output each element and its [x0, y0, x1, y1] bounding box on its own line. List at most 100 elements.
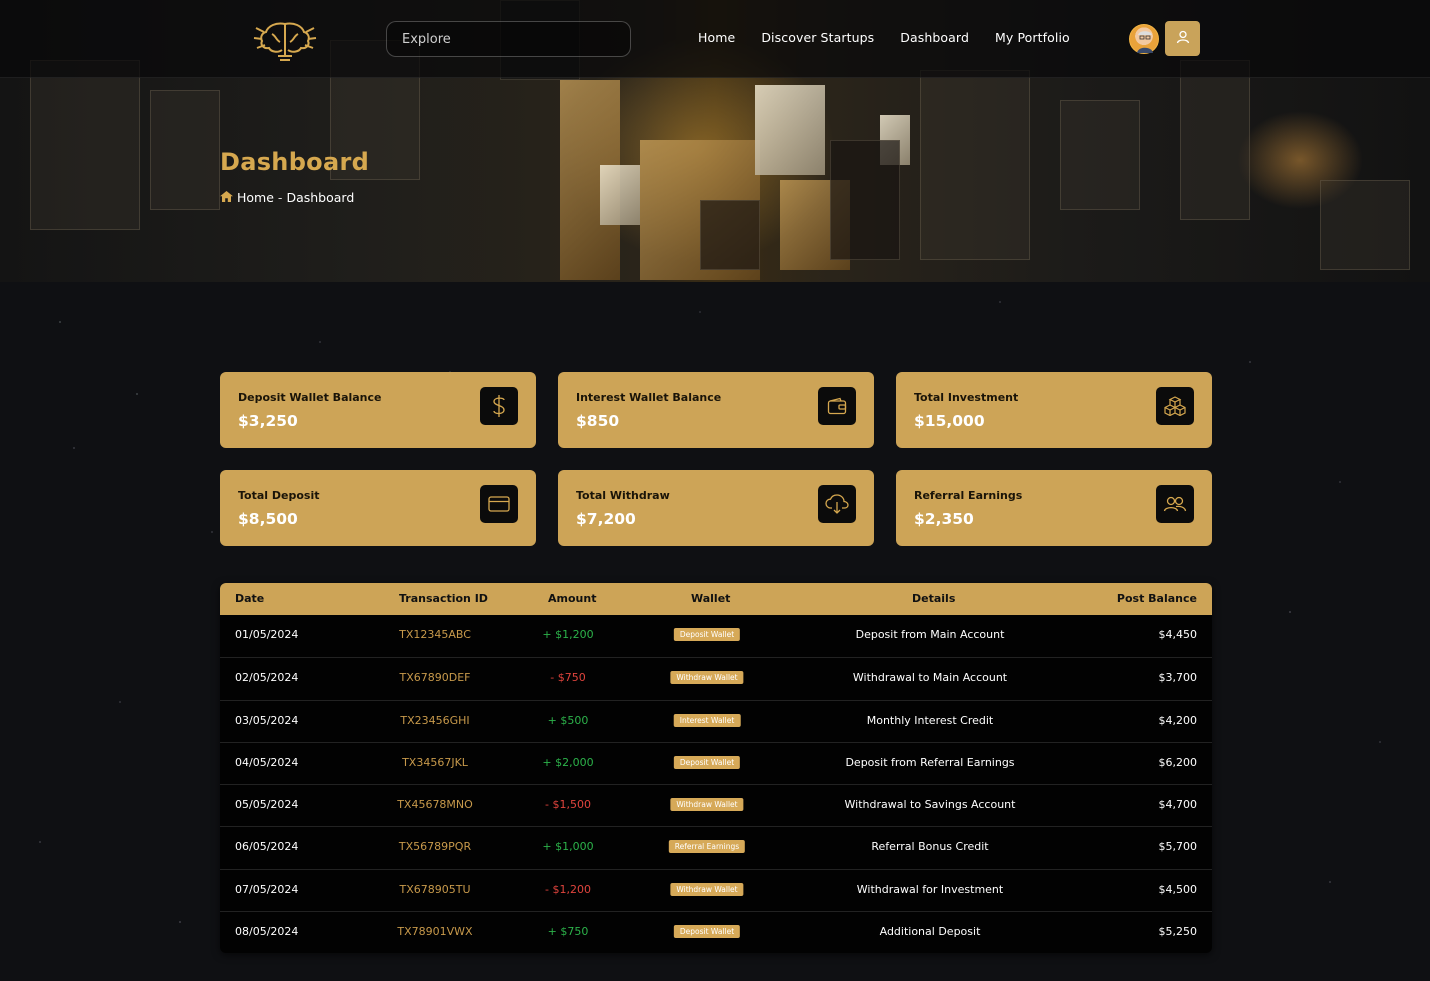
column-header-amount: Amount: [548, 592, 597, 605]
stat-card-label: Total Investment: [914, 391, 1019, 404]
cell-details: Withdrawal for Investment: [856, 882, 1004, 896]
top-navbar: Home Discover Startups Dashboard My Port…: [0, 0, 1430, 78]
table-row: 04/05/2024 TX34567JKL + $2,000 Deposit W…: [220, 741, 1212, 784]
stat-card-value: $8,500: [238, 510, 298, 528]
cell-date: 08/05/2024: [235, 924, 299, 938]
cell-date: 03/05/2024: [235, 713, 299, 727]
table-row: 08/05/2024 TX78901VWX + $750 Deposit Wal…: [220, 910, 1212, 953]
cell-post-balance: $4,450: [1158, 628, 1198, 641]
stat-card-value: $7,200: [576, 510, 636, 528]
cell-details: Monthly Interest Credit: [866, 713, 994, 727]
search-input[interactable]: [386, 21, 631, 57]
cell-date: 01/05/2024: [235, 628, 299, 641]
cell-post-balance: $3,700: [1158, 671, 1198, 685]
column-header-date: Date: [235, 592, 265, 605]
stat-card-total-withdraw: Total Withdraw $7,200: [558, 470, 874, 546]
cell-amount: + $1,200: [542, 628, 594, 641]
table-row: 07/05/2024 TX678905TU - $1,200 Withdraw …: [220, 868, 1212, 911]
cell-transaction-id: TX45678MNO: [397, 798, 473, 811]
stat-card-referral-earnings: Referral Earnings $2,350: [896, 470, 1212, 546]
breadcrumb-current: Dashboard: [286, 190, 355, 205]
stat-card-value: $3,250: [238, 412, 298, 430]
nav-link-my-portfolio[interactable]: My Portfolio: [995, 30, 1070, 45]
breadcrumb-separator: -: [277, 190, 283, 205]
stat-card-value: $850: [576, 412, 620, 430]
cell-date: 02/05/2024: [235, 671, 299, 685]
wallet-badge: Deposit Wallet: [673, 924, 741, 938]
cell-transaction-id: TX56789PQR: [398, 840, 472, 854]
stat-card-value: $2,350: [914, 510, 974, 528]
transactions-table: Date Transaction ID Amount Wallet Detail…: [220, 583, 1212, 953]
dollar-icon: [480, 387, 518, 425]
table-row: 05/05/2024 TX45678MNO - $1,500 Withdraw …: [220, 784, 1212, 826]
cell-details: Additional Deposit: [879, 924, 981, 938]
user-icon: [1176, 29, 1190, 48]
user-account-button[interactable]: [1165, 21, 1200, 56]
brain-logo[interactable]: [252, 16, 318, 62]
cell-transaction-id: TX23456GHI: [400, 713, 470, 727]
column-header-details: Details: [912, 592, 956, 605]
avatar[interactable]: [1129, 24, 1159, 54]
stat-card-label: Deposit Wallet Balance: [238, 391, 382, 404]
cell-amount: - $750: [550, 671, 586, 685]
stat-card-label: Interest Wallet Balance: [576, 391, 722, 404]
cell-transaction-id: TX12345ABC: [399, 628, 471, 641]
nav-link-home[interactable]: Home: [698, 30, 735, 45]
wallet-badge: Interest Wallet: [673, 713, 741, 727]
cell-post-balance: $4,500: [1158, 882, 1198, 896]
cell-details: Referral Bonus Credit: [871, 840, 989, 854]
stat-card-total-deposit: Total Deposit $8,500: [220, 470, 536, 546]
cell-amount: - $1,200: [545, 882, 591, 896]
cell-amount: + $2,000: [542, 755, 594, 769]
cell-post-balance: $4,200: [1158, 713, 1198, 727]
cell-date: 07/05/2024: [235, 882, 299, 896]
cloud-download-icon: [818, 485, 856, 523]
page-title: Dashboard: [220, 148, 370, 176]
cell-post-balance: $4,700: [1158, 798, 1198, 811]
breadcrumb-home-link[interactable]: Home: [237, 190, 274, 205]
cell-details: Withdrawal to Main Account: [852, 671, 1008, 685]
table-row: 03/05/2024 TX23456GHI + $500 Interest Wa…: [220, 699, 1212, 742]
wallet-badge: Referral Earnings: [668, 840, 746, 854]
stat-card-label: Total Withdraw: [576, 489, 670, 502]
table-header: Date Transaction ID Amount Wallet Detail…: [220, 583, 1212, 615]
stat-card-deposit-wallet-balance: Deposit Wallet Balance $3,250: [220, 372, 536, 448]
cell-transaction-id: TX678905TU: [399, 882, 471, 896]
cell-date: 05/05/2024: [235, 798, 299, 811]
cell-amount: + $500: [547, 713, 589, 727]
column-header-wallet: Wallet: [691, 592, 731, 605]
stat-card-label: Referral Earnings: [914, 489, 1023, 502]
credit-card-icon: [480, 485, 518, 523]
cell-amount: - $1,500: [545, 798, 591, 811]
wallet-badge: Deposit Wallet: [673, 628, 741, 641]
column-header-transaction-id: Transaction ID: [399, 592, 488, 605]
users-icon: [1156, 485, 1194, 523]
cell-details: Deposit from Referral Earnings: [845, 755, 1015, 769]
table-row: 06/05/2024 TX56789PQR + $1,000 Referral …: [220, 826, 1212, 868]
stat-card-label: Total Deposit: [238, 489, 320, 502]
cell-transaction-id: TX78901VWX: [397, 924, 473, 938]
cell-post-balance: $5,700: [1158, 840, 1198, 854]
cell-transaction-id: TX67890DEF: [399, 671, 471, 685]
stat-card-interest-wallet-balance: Interest Wallet Balance $850: [558, 372, 874, 448]
cell-transaction-id: TX34567JKL: [402, 755, 468, 769]
stat-card-value: $15,000: [914, 412, 985, 430]
breadcrumb: Home - Dashboard: [220, 190, 354, 205]
main-menu: Home Discover Startups Dashboard My Port…: [698, 30, 1070, 45]
table-row: 01/05/2024 TX12345ABC + $1,200 Deposit W…: [220, 615, 1212, 657]
cell-post-balance: $6,200: [1158, 755, 1198, 769]
wallet-badge: Deposit Wallet: [673, 755, 741, 769]
table-row: 02/05/2024 TX67890DEF - $750 Withdraw Wa…: [220, 657, 1212, 699]
cell-amount: + $750: [547, 924, 589, 938]
nav-link-discover-startups[interactable]: Discover Startups: [761, 30, 874, 45]
wallet-badge: Withdraw Wallet: [670, 882, 744, 896]
wallet-icon: [818, 387, 856, 425]
stat-card-total-investment: Total Investment $15,000: [896, 372, 1212, 448]
wallet-badge: Withdraw Wallet: [670, 798, 744, 811]
cell-details: Withdrawal to Savings Account: [844, 798, 1016, 811]
home-icon: [220, 190, 233, 205]
boxes-icon: [1156, 387, 1194, 425]
nav-link-dashboard[interactable]: Dashboard: [900, 30, 969, 45]
cell-post-balance: $5,250: [1158, 924, 1198, 938]
cell-date: 06/05/2024: [235, 840, 299, 854]
